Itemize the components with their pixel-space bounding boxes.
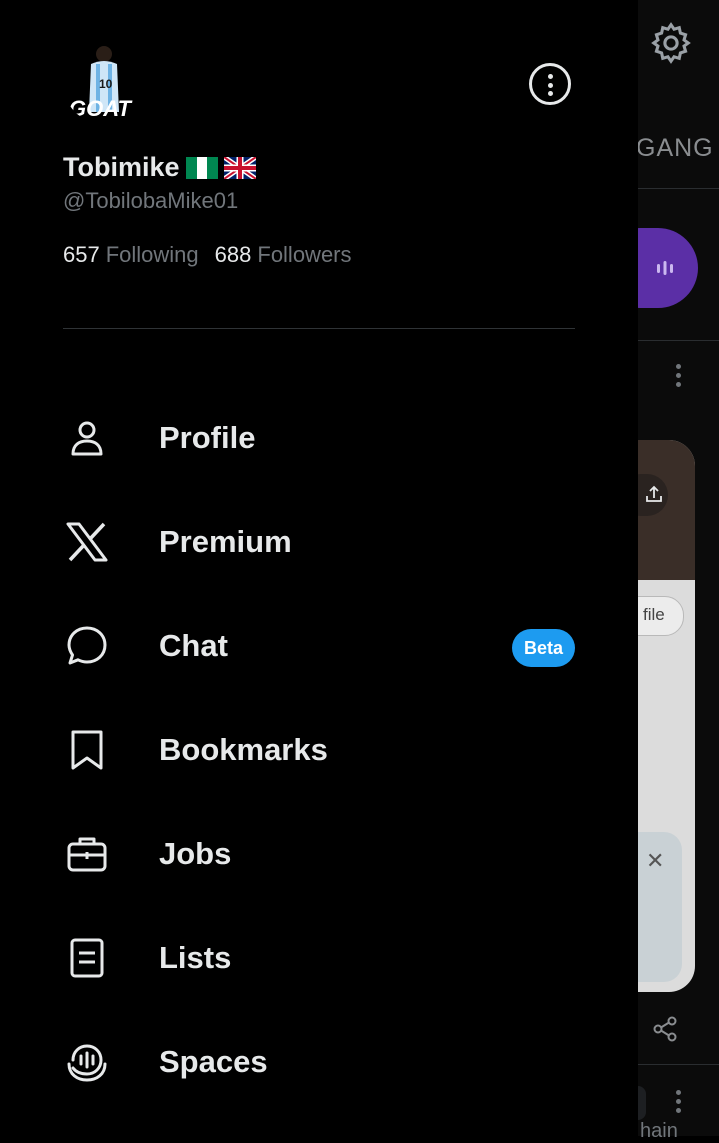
- background-divider: [638, 340, 719, 341]
- following-link[interactable]: 657 Following: [63, 242, 199, 268]
- settings-gear-icon[interactable]: [648, 20, 694, 66]
- follow-stats: 657 Following 688 Followers: [63, 242, 352, 268]
- more-dot: [548, 74, 553, 79]
- navigation-drawer: 10 GOAT Tobimike @TobilobaMike01 657 Foll…: [0, 0, 638, 1136]
- chat-bubble-icon: [63, 622, 111, 670]
- name-row: Tobimike: [63, 152, 256, 183]
- user-handle: @TobilobaMike01: [63, 188, 239, 213]
- more-dot: [548, 91, 553, 96]
- following-label: Following: [105, 242, 199, 267]
- followers-link[interactable]: 688 Followers: [215, 242, 352, 268]
- share-nodes-icon[interactable]: [652, 1016, 678, 1042]
- avatar-image: 10 GOAT: [63, 42, 145, 124]
- briefcase-icon: [63, 830, 111, 878]
- beta-badge: Beta: [511, 629, 575, 667]
- person-icon: [63, 414, 111, 462]
- profile-chip-label: file: [643, 605, 665, 624]
- menu-item-chat[interactable]: Chat Beta: [63, 610, 575, 682]
- menu-item-profile[interactable]: Profile: [63, 402, 575, 474]
- menu-item-premium[interactable]: Premium: [63, 506, 575, 578]
- menu-label-spaces: Spaces: [159, 1044, 268, 1079]
- overflow-dots-icon[interactable]: [676, 364, 682, 391]
- menu-label-profile: Profile: [159, 420, 256, 455]
- drawer-divider: [63, 328, 575, 329]
- menu-item-jobs[interactable]: Jobs: [63, 818, 575, 890]
- menu-label-premium: Premium: [159, 524, 292, 559]
- audio-bars-icon: [657, 261, 673, 275]
- nigeria-flag-icon: [185, 156, 218, 179]
- more-dot: [548, 82, 553, 88]
- spaces-icon: [63, 1038, 111, 1086]
- avatar[interactable]: 10 GOAT: [63, 42, 145, 124]
- menu-item-spaces[interactable]: Spaces: [63, 1026, 575, 1098]
- followers-label: Followers: [257, 242, 352, 267]
- background-divider: [638, 188, 719, 189]
- following-count: 657: [63, 242, 100, 267]
- uk-flag-icon: [223, 156, 256, 179]
- menu-label-chat: Chat: [159, 628, 228, 663]
- share-upload-icon: [646, 485, 662, 502]
- svg-text:GOAT: GOAT: [69, 96, 132, 121]
- x-logo-icon: [63, 518, 111, 566]
- menu-item-bookmarks[interactable]: Bookmarks: [63, 714, 575, 786]
- menu-label-lists: Lists: [159, 940, 232, 975]
- background-text: hain: [640, 1120, 678, 1142]
- display-name[interactable]: Tobimike: [63, 152, 180, 183]
- followers-count: 688: [214, 242, 252, 267]
- menu-label-bookmarks: Bookmarks: [159, 732, 328, 767]
- more-options-button[interactable]: [529, 63, 571, 105]
- background-tab-label[interactable]: GANG: [636, 134, 714, 163]
- list-icon: [63, 934, 111, 982]
- menu-item-lists[interactable]: Lists: [63, 922, 575, 994]
- svg-text:10: 10: [99, 77, 113, 91]
- overflow-dots-icon[interactable]: [676, 1090, 682, 1117]
- close-icon[interactable]: ✕: [646, 848, 664, 874]
- background-divider: [638, 1064, 719, 1065]
- bookmark-icon: [63, 726, 111, 774]
- menu-label-jobs: Jobs: [159, 836, 232, 871]
